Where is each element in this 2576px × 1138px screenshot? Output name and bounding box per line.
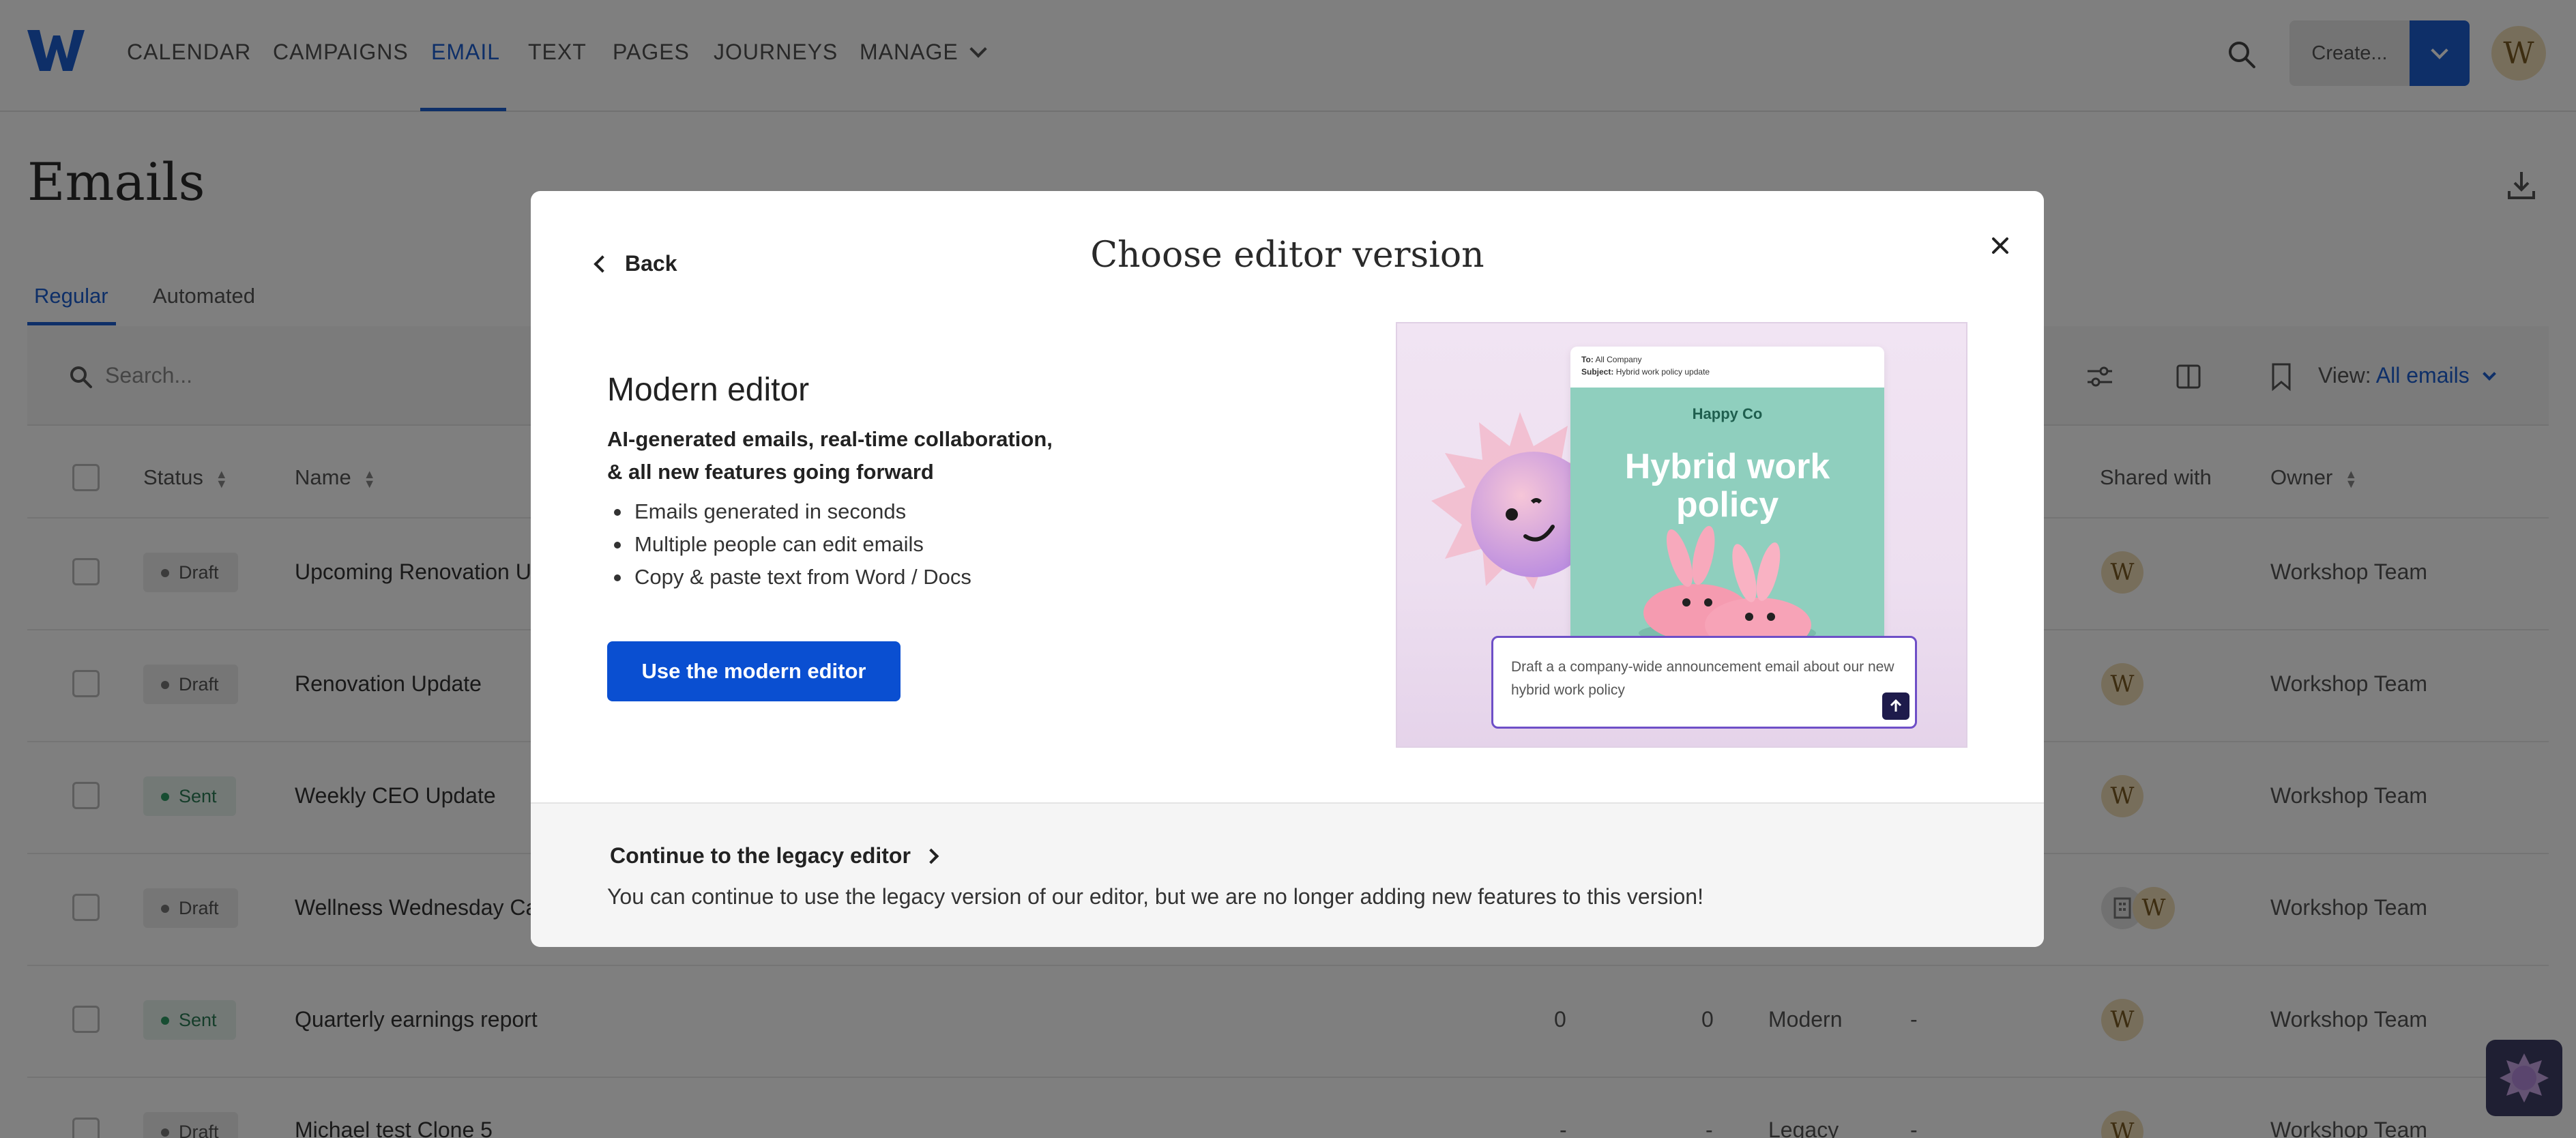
email-mockup-body: Happy Co Hybrid work policy [1570, 388, 1884, 660]
email-mockup: To: All Company Subject: Hybrid work pol… [1570, 347, 1884, 660]
subtitle-line: & all new features going forward [607, 460, 934, 484]
legacy-editor-section: Continue to the legacy editor You can co… [531, 802, 2044, 947]
to-label: To: [1581, 355, 1594, 364]
ai-prompt-box: Draft a a company-wide announcement emai… [1491, 636, 1917, 729]
email-headline: Hybrid work policy [1570, 448, 1884, 524]
feature-item: Emails generated in seconds [607, 495, 971, 528]
send-arrow-icon [1882, 692, 1909, 720]
email-mockup-header: To: All Company Subject: Hybrid work pol… [1570, 347, 1884, 388]
modern-editor-preview-image: To: All Company Subject: Hybrid work pol… [1396, 322, 1967, 748]
modern-editor-subtitle: AI-generated emails, real-time collabora… [607, 423, 1085, 488]
headline-line: Hybrid work [1624, 447, 1830, 486]
legacy-description: You can continue to use the legacy versi… [607, 884, 1703, 909]
feature-list: Emails generated in seconds Multiple peo… [607, 495, 971, 594]
bunny-slippers-illustration [1639, 525, 1816, 647]
dialog-title: Choose editor version [1090, 235, 1484, 276]
continue-legacy-editor-link[interactable]: Continue to the legacy editor [610, 843, 939, 869]
chevron-right-icon [923, 848, 939, 864]
editor-choice-dialog: Back Choose editor version Modern editor… [531, 191, 2044, 947]
subtitle-line: AI-generated emails, real-time collabora… [607, 427, 1053, 451]
prompt-text: Draft a a company-wide announcement emai… [1511, 659, 1894, 698]
brand-name: Happy Co [1692, 405, 1763, 422]
close-icon [1992, 237, 2008, 254]
modern-editor-heading: Modern editor [607, 372, 810, 408]
subject-label: Subject: [1581, 367, 1614, 377]
close-button[interactable] [1981, 227, 2019, 265]
to-value: All Company [1595, 355, 1642, 364]
subject-value: Hybrid work policy update [1615, 367, 1710, 377]
use-modern-editor-button[interactable]: Use the modern editor [607, 641, 901, 701]
legacy-link-label: Continue to the legacy editor [610, 843, 911, 868]
feature-item: Multiple people can edit emails [607, 528, 971, 561]
feature-item: Copy & paste text from Word / Docs [607, 561, 971, 594]
